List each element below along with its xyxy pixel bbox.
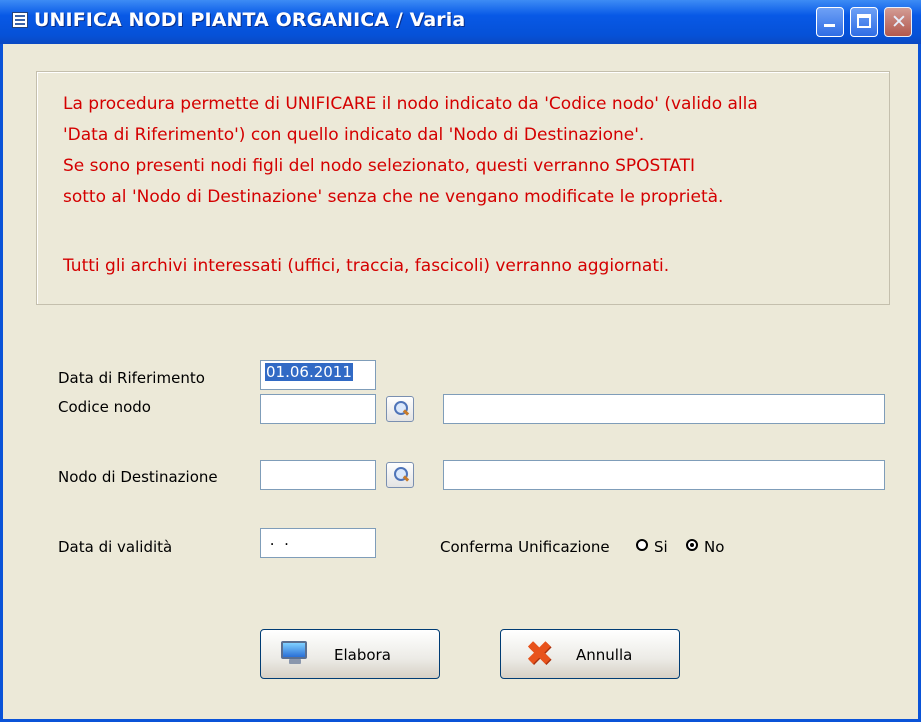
info-line: 'Data di Riferimento') con quello indica… — [63, 125, 645, 145]
info-line: Se sono presenti nodi figli del nodo sel… — [63, 156, 696, 176]
title-bar[interactable]: UNIFICA NODI PIANTA ORGANICA / Varia ✕ — [0, 0, 921, 44]
data-validita-label: Data di validità — [58, 538, 173, 556]
codice-nodo-description-field[interactable] — [443, 394, 885, 424]
minimize-button[interactable] — [816, 7, 844, 37]
maximize-button[interactable] — [850, 7, 878, 37]
radio-si[interactable] — [636, 539, 648, 551]
elabora-button-label: Elabora — [334, 646, 391, 664]
monitor-icon — [281, 641, 311, 665]
codice-nodo-field[interactable] — [260, 394, 376, 424]
radio-no[interactable] — [686, 539, 698, 551]
nodo-destinazione-description-field[interactable] — [443, 460, 885, 490]
window-title: UNIFICA NODI PIANTA ORGANICA / Varia — [34, 9, 466, 31]
radio-no-label[interactable]: No — [704, 538, 724, 556]
info-line: Tutti gli archivi interessati (uffici, t… — [63, 256, 670, 276]
annulla-button-label: Annulla — [576, 646, 633, 664]
maximize-icon — [857, 14, 871, 28]
close-button[interactable]: ✕ — [884, 7, 912, 37]
codice-nodo-lookup-button[interactable] — [386, 396, 414, 422]
data-riferimento-value: 01.06.2011 — [265, 363, 353, 381]
annulla-button[interactable]: ✖ Annulla — [500, 629, 680, 679]
radio-si-label[interactable]: Si — [654, 538, 668, 556]
conferma-unificazione-label: Conferma Unificazione — [440, 538, 610, 556]
minimize-icon — [824, 24, 835, 27]
elabora-button[interactable]: Elabora — [260, 629, 440, 679]
data-validita-field[interactable]: . . — [260, 528, 376, 558]
dialog-window: UNIFICA NODI PIANTA ORGANICA / Varia ✕ L… — [0, 0, 921, 722]
info-panel: La procedura permette di UNIFICARE il no… — [36, 71, 890, 305]
nodo-destinazione-lookup-button[interactable] — [386, 462, 414, 488]
window-icon[interactable] — [12, 12, 28, 28]
close-icon: ✕ — [891, 11, 907, 33]
nodo-destinazione-label: Nodo di Destinazione — [58, 468, 218, 486]
red-x-icon: ✖ — [525, 634, 554, 674]
info-line: sotto al 'Nodo di Destinazione' senza ch… — [63, 187, 724, 207]
codice-nodo-label: Codice nodo — [58, 398, 151, 416]
info-line: La procedura permette di UNIFICARE il no… — [63, 94, 758, 114]
nodo-destinazione-field[interactable] — [260, 460, 376, 490]
data-riferimento-field[interactable]: 01.06.2011 — [260, 360, 376, 390]
data-riferimento-label: Data di Riferimento — [58, 369, 205, 387]
